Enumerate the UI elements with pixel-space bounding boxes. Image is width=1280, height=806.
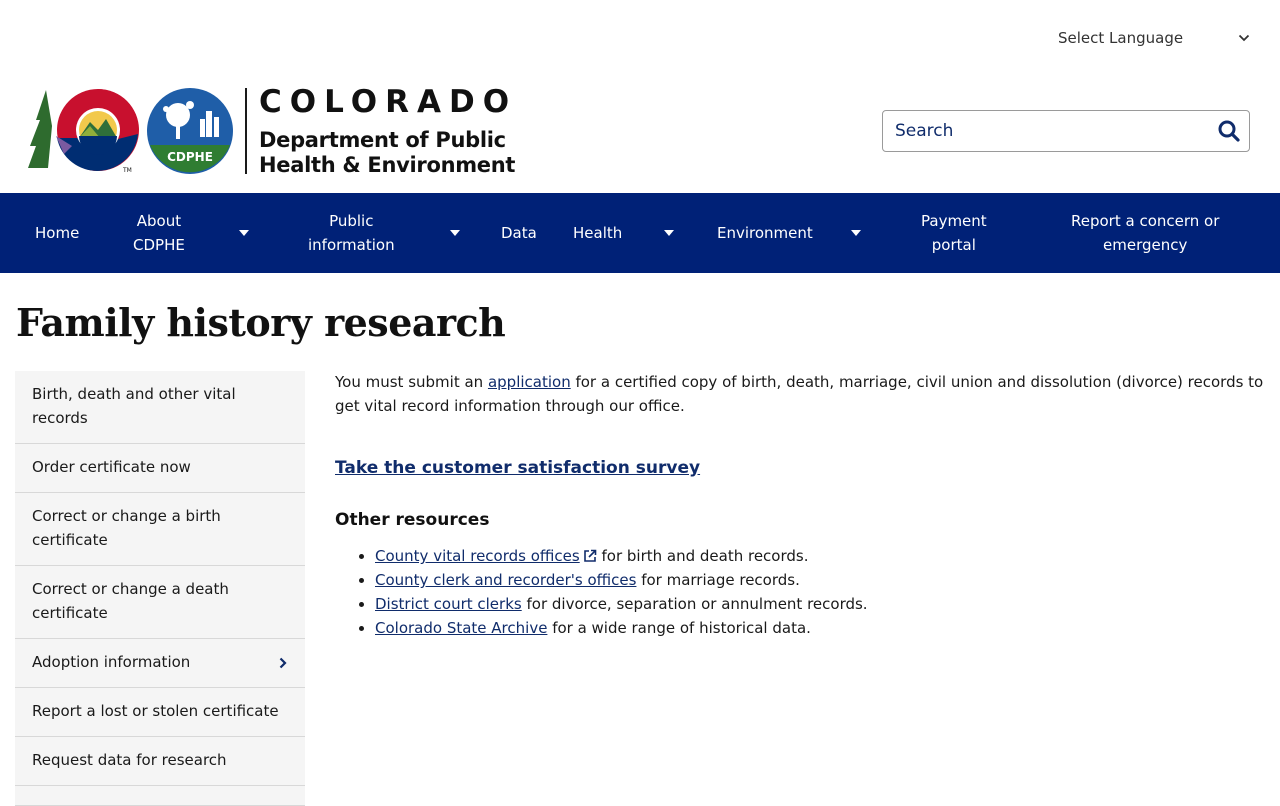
utility-bar: Select Language <box>0 0 1280 72</box>
sidebar-item-correct-death[interactable]: Correct or change a death certificate <box>15 566 305 639</box>
sidebar-item-lost-stolen[interactable]: Report a lost or stolen certificate <box>15 688 305 737</box>
nav-report-line-2: emergency <box>1103 236 1188 254</box>
nav-payment-line-2: portal <box>931 236 976 254</box>
nav-report-line-1: Report a concern or <box>1071 212 1220 230</box>
nav-about-line-2: CDPHE <box>133 236 185 254</box>
logo-state-name: COLORADO <box>259 84 518 120</box>
sidebar-item-adoption[interactable]: Adoption information <box>15 639 305 688</box>
intro-paragraph: You must submit an application for a cer… <box>335 370 1270 418</box>
county-vital-records-link[interactable]: County vital records offices <box>375 547 580 565</box>
list-item: County vital records offices for birth a… <box>375 544 1270 568</box>
sidebar-nav: Birth, death and other vital records Ord… <box>15 371 305 806</box>
resource-text: for birth and death records. <box>596 547 809 565</box>
logo-dept-line-2: Health & Environment <box>259 153 516 177</box>
seal-text: CDPHE <box>167 150 213 164</box>
external-link-icon <box>583 549 597 562</box>
nav-report-concern[interactable]: Report a concern or emergency <box>1071 193 1219 273</box>
nav-about-line-1: About <box>136 212 182 230</box>
nav-home[interactable]: Home <box>35 193 79 273</box>
nav-environment-toggle[interactable] <box>851 193 861 273</box>
caret-down-icon <box>851 230 861 236</box>
cdphe-seal-icon: CDPHE <box>147 88 233 174</box>
resources-list: County vital records offices for birth a… <box>335 544 1270 640</box>
resource-text: for divorce, separation or annulment rec… <box>521 595 868 613</box>
application-link[interactable]: application <box>488 373 571 391</box>
search-input[interactable] <box>883 111 1209 151</box>
other-resources-heading: Other resources <box>335 510 490 530</box>
search-icon <box>1218 120 1240 142</box>
sidebar-item-vital-records[interactable]: Birth, death and other vital records <box>15 371 305 444</box>
list-item: Colorado State Archive for a wide range … <box>375 616 1270 640</box>
nav-payment-portal[interactable]: Payment portal <box>921 193 987 273</box>
nav-data[interactable]: Data <box>501 193 537 273</box>
main-nav: Home About CDPHE Public information Data H… <box>0 193 1280 273</box>
search-button[interactable] <box>1209 112 1249 150</box>
district-court-clerks-link[interactable]: District court clerks <box>375 595 522 613</box>
chevron-right-icon <box>279 657 287 669</box>
cdphe-logo[interactable]: TM CDPHE COLORADO Department of Public H… <box>28 84 528 180</box>
nav-health-toggle[interactable] <box>664 193 674 273</box>
logo-divider <box>245 88 247 174</box>
search-box <box>882 110 1250 152</box>
nav-about-cdphe[interactable]: About CDPHE <box>133 193 185 273</box>
nav-public-line-1: Public <box>329 212 374 230</box>
logo-dept-line-1: Department of Public <box>259 128 506 152</box>
site-header: TM CDPHE COLORADO Department of Public H… <box>0 72 1280 193</box>
nav-public-line-2: information <box>308 236 395 254</box>
sidebar-item-correct-birth[interactable]: Correct or change a birth certificate <box>15 493 305 566</box>
nav-public-toggle[interactable] <box>450 193 460 273</box>
state-archive-link[interactable]: Colorado State Archive <box>375 619 547 637</box>
survey-link[interactable]: Take the customer satisfaction survey <box>335 456 700 480</box>
chevron-down-icon <box>1238 34 1250 42</box>
language-select[interactable]: Select Language <box>1046 24 1258 52</box>
caret-down-icon <box>664 230 674 236</box>
intro-text-before: You must submit an <box>335 373 488 391</box>
language-select-label: Select Language <box>1058 29 1184 47</box>
resource-text: for marriage records. <box>636 571 800 589</box>
caret-down-icon <box>239 230 249 236</box>
list-item: District court clerks for divorce, separ… <box>375 592 1270 616</box>
sidebar-item-partial[interactable] <box>15 786 305 806</box>
sidebar-item-order-certificate[interactable]: Order certificate now <box>15 444 305 493</box>
sidebar-item-request-data[interactable]: Request data for research <box>15 737 305 786</box>
list-item: County clerk and recorder's offices for … <box>375 568 1270 592</box>
nav-environment[interactable]: Environment <box>717 193 813 273</box>
nav-about-toggle[interactable] <box>239 193 249 273</box>
svg-text:TM: TM <box>122 167 132 174</box>
logo-department-name: Department of Public Health & Environmen… <box>259 128 515 178</box>
nav-health[interactable]: Health <box>573 193 622 273</box>
colorado-c-logo-icon: TM <box>28 89 139 174</box>
nav-payment-line-1: Payment <box>921 212 987 230</box>
county-clerk-link[interactable]: County clerk and recorder's offices <box>375 571 636 589</box>
resource-text: for a wide range of historical data. <box>547 619 811 637</box>
nav-public-information[interactable]: Public information <box>308 193 395 273</box>
caret-down-icon <box>450 230 460 236</box>
main-content: You must submit an application for a cer… <box>335 370 1270 640</box>
page-title: Family history research <box>16 300 506 345</box>
sidebar-item-label: Adoption information <box>32 653 191 671</box>
